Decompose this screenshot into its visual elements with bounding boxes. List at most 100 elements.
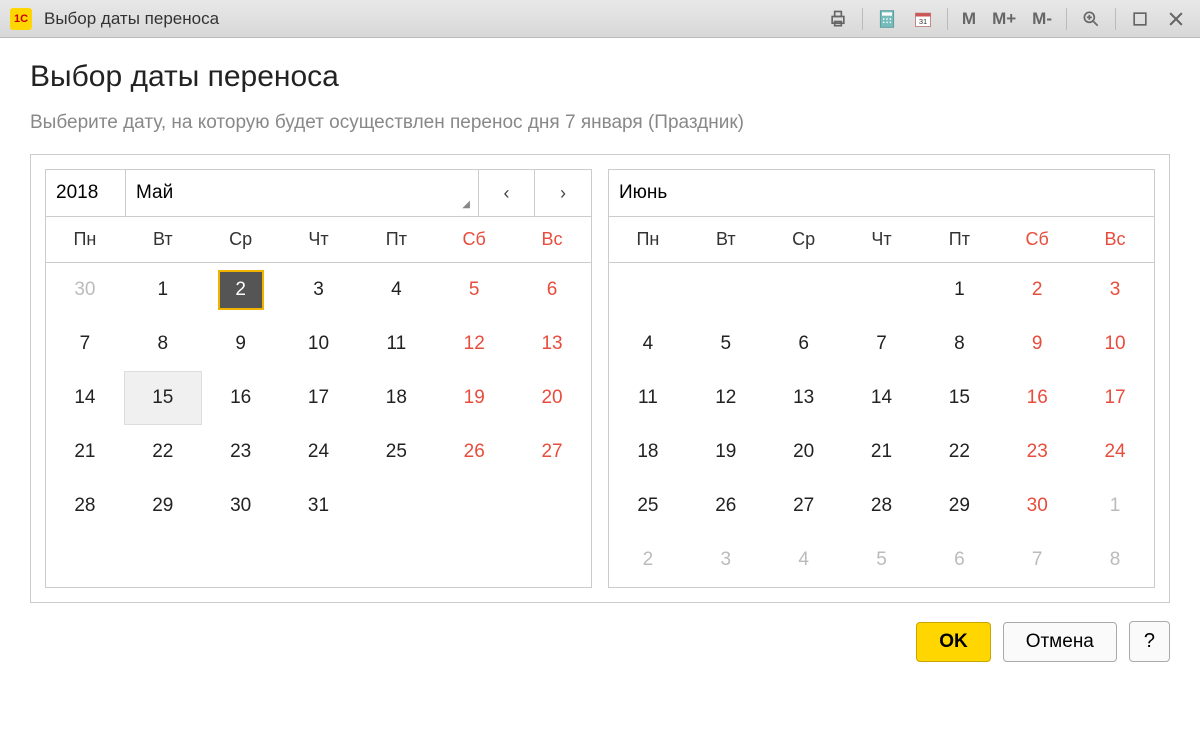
day-cell[interactable]: 1 <box>920 263 998 317</box>
day-cell[interactable]: 2 <box>998 263 1076 317</box>
day-cell[interactable]: 7 <box>46 317 124 371</box>
help-button[interactable]: ? <box>1129 621 1170 662</box>
day-cell[interactable]: 2 <box>202 263 280 317</box>
day-cell[interactable]: 8 <box>1076 533 1154 587</box>
day-cell[interactable]: 14 <box>843 371 921 425</box>
day-cell[interactable]: 23 <box>998 425 1076 479</box>
month-name-right: Июнь <box>609 170 1154 216</box>
day-cell[interactable]: 16 <box>998 371 1076 425</box>
day-cell[interactable]: 3 <box>1076 263 1154 317</box>
calendar-icon[interactable]: 31 <box>909 6 937 32</box>
year-selector[interactable]: 2018 <box>46 170 126 216</box>
day-cell[interactable]: 26 <box>687 479 765 533</box>
day-cell[interactable]: 10 <box>1076 317 1154 371</box>
dropdown-icon: ◢ <box>462 199 470 210</box>
day-cell[interactable]: 31 <box>280 479 358 533</box>
day-cell[interactable]: 26 <box>435 425 513 479</box>
day-cell[interactable]: 22 <box>124 425 202 479</box>
memory-m-button[interactable]: M <box>958 6 980 32</box>
day-cell[interactable]: 9 <box>998 317 1076 371</box>
zoom-icon[interactable] <box>1077 6 1105 32</box>
prev-month-button[interactable]: ‹ <box>479 170 535 216</box>
day-cell[interactable]: 23 <box>202 425 280 479</box>
day-cell[interactable]: 25 <box>609 479 687 533</box>
day-cell[interactable]: 11 <box>357 317 435 371</box>
next-month-button[interactable]: › <box>535 170 591 216</box>
day-cell[interactable]: 15 <box>920 371 998 425</box>
day-cell[interactable]: 4 <box>765 533 843 587</box>
day-cell[interactable]: 24 <box>280 425 358 479</box>
day-cell[interactable]: 5 <box>687 317 765 371</box>
memory-mplus-button[interactable]: M+ <box>988 6 1020 32</box>
dow-label: Ср <box>765 217 843 262</box>
ok-button[interactable]: OK <box>916 622 991 662</box>
day-cell[interactable]: 17 <box>1076 371 1154 425</box>
day-cell[interactable]: 3 <box>687 533 765 587</box>
month-left: 2018 Май◢ ‹ › ПнВтСрЧтПтСбВс 30123456789… <box>45 169 592 588</box>
empty-cell <box>843 263 921 317</box>
month-right-header: Июнь <box>609 170 1154 217</box>
day-cell[interactable]: 8 <box>920 317 998 371</box>
day-cell[interactable]: 1 <box>1076 479 1154 533</box>
page-title: Выбор даты переноса <box>30 60 1170 94</box>
day-cell[interactable]: 15 <box>124 371 202 425</box>
day-cell[interactable]: 18 <box>609 425 687 479</box>
day-cell[interactable]: 5 <box>843 533 921 587</box>
day-cell[interactable]: 6 <box>765 317 843 371</box>
day-cell[interactable]: 1 <box>124 263 202 317</box>
day-cell[interactable]: 30 <box>998 479 1076 533</box>
day-cell[interactable]: 13 <box>765 371 843 425</box>
dow-row: ПнВтСрЧтПтСбВс <box>46 217 591 263</box>
day-cell[interactable]: 13 <box>513 317 591 371</box>
day-cell[interactable]: 27 <box>513 425 591 479</box>
day-cell[interactable]: 28 <box>46 479 124 533</box>
day-cell[interactable]: 30 <box>46 263 124 317</box>
day-cell[interactable]: 20 <box>513 371 591 425</box>
day-cell[interactable]: 25 <box>357 425 435 479</box>
day-cell[interactable]: 18 <box>357 371 435 425</box>
day-cell[interactable]: 12 <box>687 371 765 425</box>
day-cell[interactable]: 24 <box>1076 425 1154 479</box>
day-cell[interactable]: 21 <box>46 425 124 479</box>
calendar-container: 2018 Май◢ ‹ › ПнВтСрЧтПтСбВс 30123456789… <box>30 154 1170 603</box>
day-cell[interactable]: 29 <box>920 479 998 533</box>
day-cell[interactable]: 17 <box>280 371 358 425</box>
empty-cell <box>46 533 124 587</box>
month-left-header: 2018 Май◢ ‹ › <box>46 170 591 217</box>
day-cell[interactable]: 19 <box>435 371 513 425</box>
day-cell[interactable]: 22 <box>920 425 998 479</box>
day-cell[interactable]: 21 <box>843 425 921 479</box>
dow-label: Пт <box>357 217 435 262</box>
day-cell[interactable]: 27 <box>765 479 843 533</box>
day-cell[interactable]: 30 <box>202 479 280 533</box>
day-cell[interactable]: 11 <box>609 371 687 425</box>
memory-mminus-button[interactable]: M- <box>1028 6 1056 32</box>
days-grid-right: 1234567891011121314151617181920212223242… <box>609 263 1154 587</box>
day-cell[interactable]: 3 <box>280 263 358 317</box>
day-cell[interactable]: 19 <box>687 425 765 479</box>
day-cell[interactable]: 29 <box>124 479 202 533</box>
day-cell[interactable]: 28 <box>843 479 921 533</box>
close-icon[interactable] <box>1162 6 1190 32</box>
day-cell[interactable]: 16 <box>202 371 280 425</box>
day-cell[interactable]: 4 <box>357 263 435 317</box>
cancel-button[interactable]: Отмена <box>1003 622 1117 662</box>
day-cell[interactable]: 20 <box>765 425 843 479</box>
day-cell[interactable]: 4 <box>609 317 687 371</box>
day-cell[interactable]: 8 <box>124 317 202 371</box>
maximize-icon[interactable] <box>1126 6 1154 32</box>
day-cell[interactable]: 10 <box>280 317 358 371</box>
calculator-icon[interactable] <box>873 6 901 32</box>
day-cell[interactable]: 7 <box>843 317 921 371</box>
day-cell[interactable]: 12 <box>435 317 513 371</box>
content: Выбор даты переноса Выберите дату, на ко… <box>0 38 1200 682</box>
day-cell[interactable]: 9 <box>202 317 280 371</box>
day-cell[interactable]: 14 <box>46 371 124 425</box>
day-cell[interactable]: 6 <box>513 263 591 317</box>
day-cell[interactable]: 7 <box>998 533 1076 587</box>
print-icon[interactable] <box>824 6 852 32</box>
day-cell[interactable]: 5 <box>435 263 513 317</box>
month-selector[interactable]: Май◢ <box>126 170 479 216</box>
day-cell[interactable]: 2 <box>609 533 687 587</box>
day-cell[interactable]: 6 <box>920 533 998 587</box>
